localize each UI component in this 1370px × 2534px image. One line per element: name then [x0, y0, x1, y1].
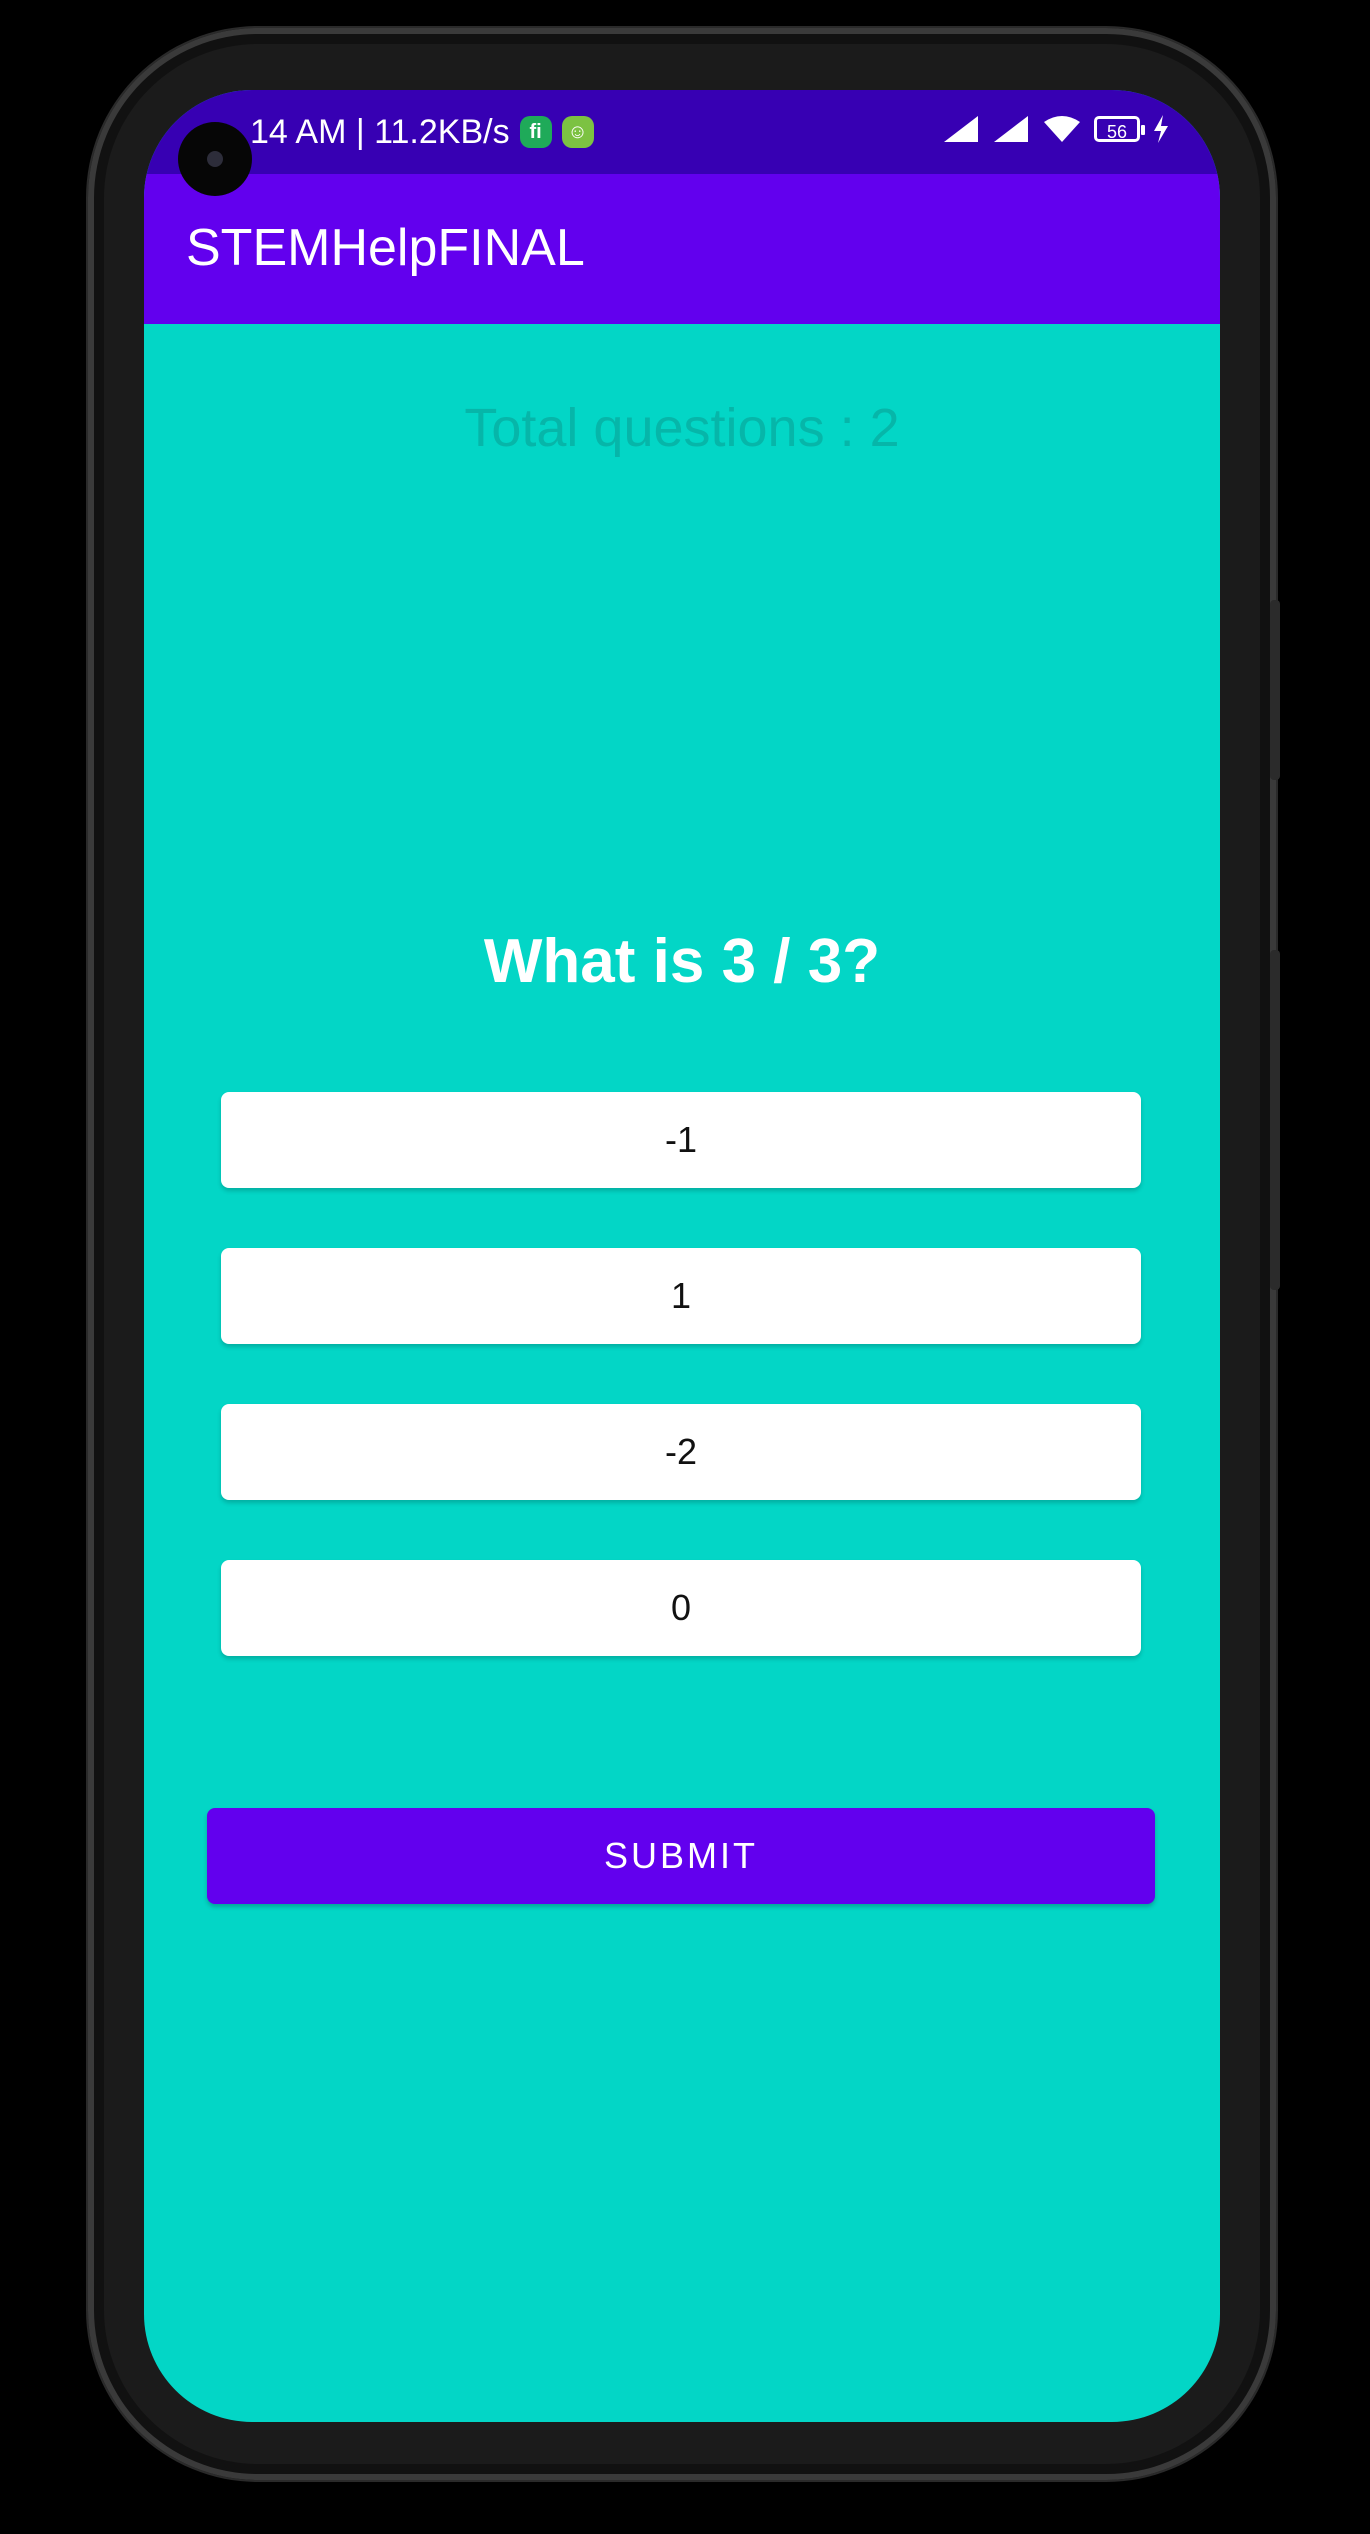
- status-time-speed: 14 AM | 11.2KB/s: [250, 113, 510, 151]
- wifi-icon: [1044, 116, 1080, 142]
- phone-screen: 14 AM | 11.2KB/s fi ☺ 56 STEMHelpFINAL T…: [144, 90, 1220, 2422]
- fi-icon: fi: [519, 116, 552, 148]
- status-bar: 14 AM | 11.2KB/s fi ☺ 56: [144, 90, 1220, 174]
- charging-icon: [1154, 115, 1168, 143]
- app-bar: STEMHelpFINAL: [144, 174, 1220, 324]
- option-button-1[interactable]: -1: [221, 1092, 1141, 1188]
- option-button-3[interactable]: -2: [221, 1404, 1141, 1500]
- battery-icon: 56: [1094, 116, 1145, 142]
- app-title: STEMHelpFINAL: [186, 219, 585, 277]
- volume-button: [1270, 950, 1280, 1290]
- question-text: What is 3 / 3?: [483, 927, 881, 996]
- android-icon: ☺: [561, 116, 594, 148]
- signal-icon: [944, 116, 978, 142]
- status-right: 56: [942, 114, 1170, 144]
- submit-button[interactable]: SUBMIT: [207, 1808, 1155, 1904]
- option-button-4[interactable]: 0: [221, 1560, 1141, 1656]
- status-left: 14 AM | 11.2KB/s fi ☺: [250, 108, 594, 156]
- signal-icon: [994, 116, 1028, 142]
- power-button: [1270, 600, 1280, 780]
- option-button-2[interactable]: 1: [221, 1248, 1141, 1344]
- total-questions-label: Total questions : 2: [464, 398, 900, 458]
- front-camera: [178, 122, 252, 196]
